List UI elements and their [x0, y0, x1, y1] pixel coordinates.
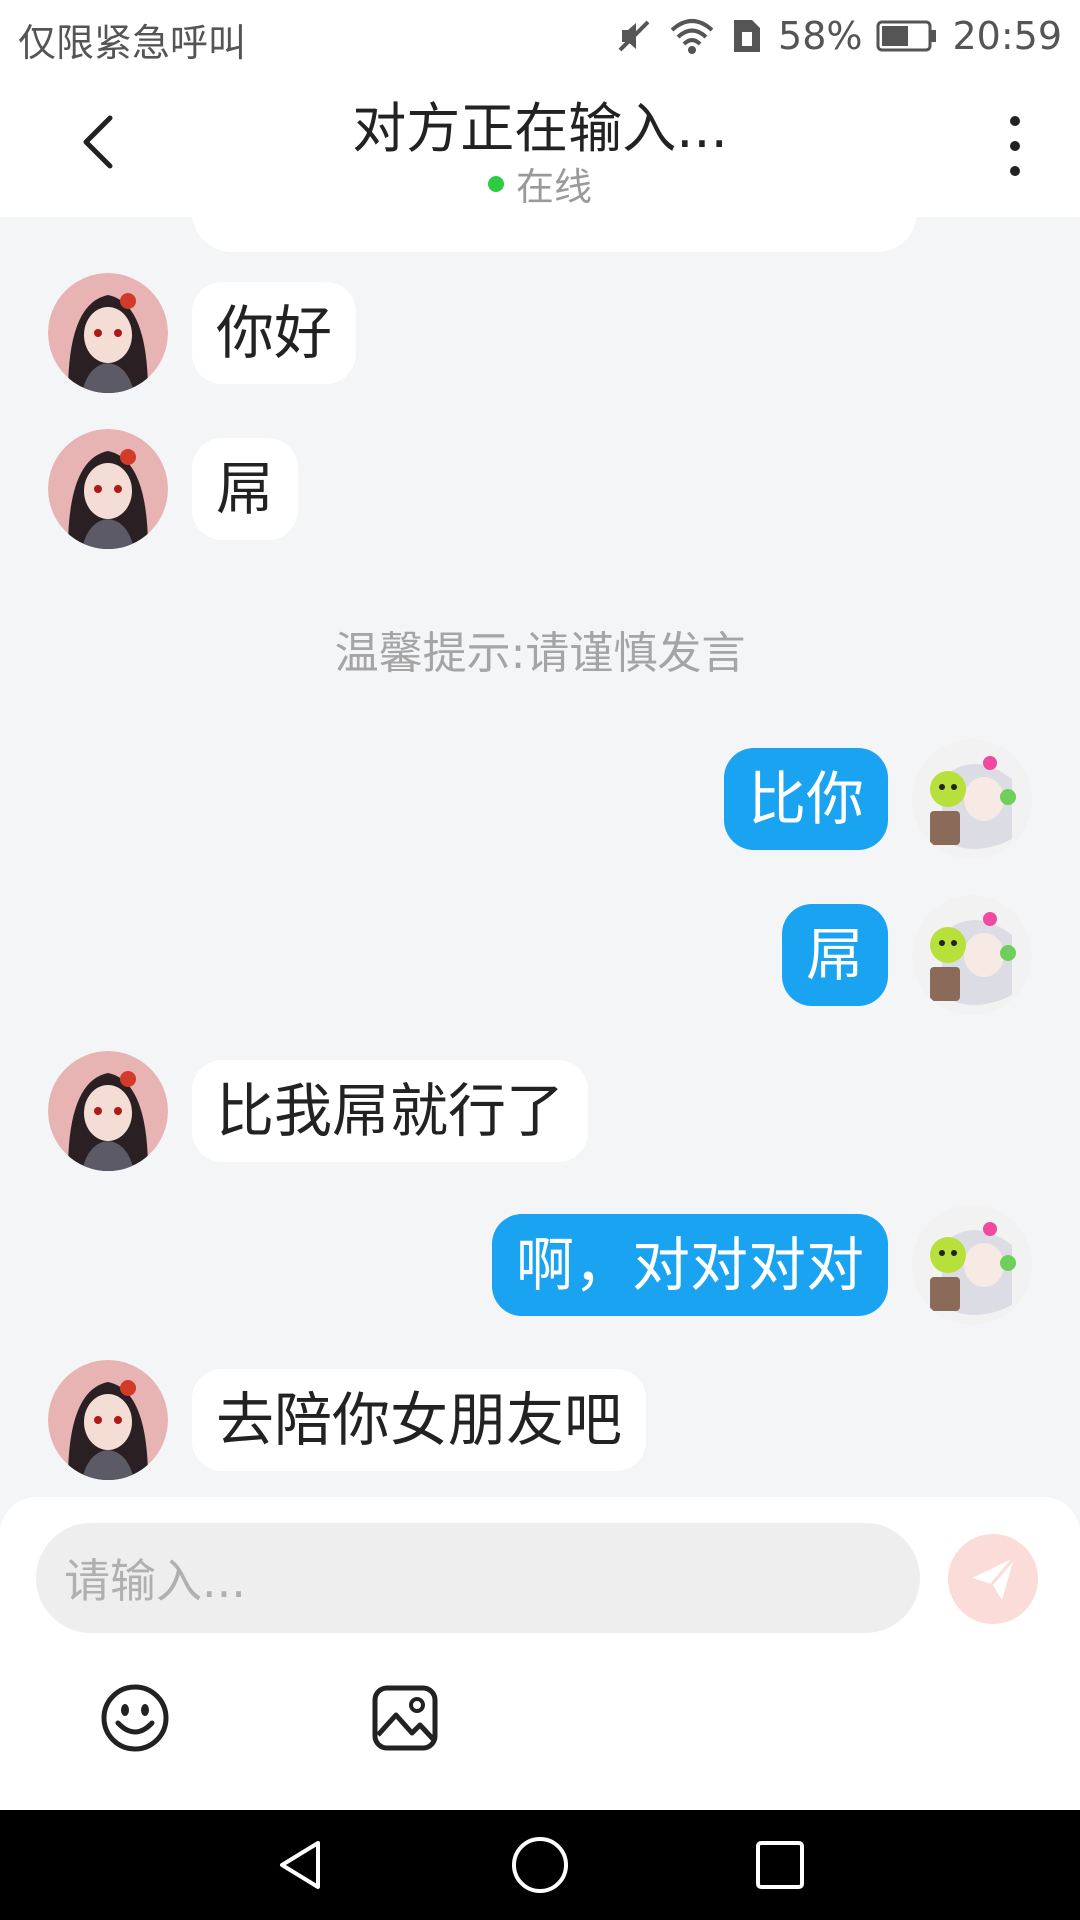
more-dot: [1010, 116, 1020, 126]
female-avatar[interactable]: [48, 1051, 168, 1171]
online-status: 在线: [0, 156, 1080, 211]
message-item: 比我屌就行了: [48, 1051, 589, 1171]
circle-home-icon: [512, 1837, 568, 1893]
online-dot-icon: [487, 175, 504, 192]
message-list[interactable]: 你好 屌 温馨提示:请谨慎发言 比你 屌 比我屌就行了 啊，对对对对 去陪你女朋…: [0, 217, 1080, 1497]
triangle-back-icon: [280, 1841, 320, 1889]
status-bar: 仅限紧急呼叫 58% 20:59: [0, 0, 1080, 72]
more-dot: [1010, 141, 1020, 151]
battery-percent: 58%: [778, 14, 863, 58]
message-bubble[interactable]: 啊，对对对对: [491, 1214, 888, 1316]
nav-back-button[interactable]: [270, 1835, 330, 1895]
message-composer: 请输入...: [0, 1497, 1080, 1810]
more-dot: [1010, 166, 1020, 176]
system-navigation-bar: [0, 1810, 1080, 1920]
send-icon: [972, 1557, 1016, 1600]
clock: 20:59: [952, 14, 1062, 58]
mute-icon: [614, 16, 654, 56]
square-recents-icon: [756, 1841, 804, 1889]
send-button[interactable]: [948, 1534, 1038, 1624]
message-bubble-partial: [192, 217, 917, 252]
message-input[interactable]: 请输入...: [36, 1523, 920, 1633]
female-avatar[interactable]: [48, 1360, 168, 1480]
nav-home-button[interactable]: [510, 1835, 570, 1895]
message-item: 屌: [48, 429, 299, 549]
emoji-icon: [101, 1684, 169, 1752]
warm-tip: 温馨提示:请谨慎发言: [334, 628, 746, 679]
female-avatar[interactable]: [48, 273, 168, 393]
carrier-text: 仅限紧急呼叫: [18, 21, 247, 65]
message-item: 你好: [48, 273, 357, 393]
message-bubble[interactable]: 屌: [192, 438, 299, 540]
image-button[interactable]: [370, 1683, 440, 1753]
message-item: 比你: [723, 739, 1032, 859]
message-bubble[interactable]: 屌: [781, 904, 888, 1006]
sim-icon: [730, 16, 764, 56]
battery-icon: [876, 19, 938, 53]
message-item: 啊，对对对对: [491, 1205, 1032, 1325]
more-options-button[interactable]: [990, 116, 1040, 176]
message-bubble[interactable]: 比我屌就行了: [192, 1060, 589, 1162]
message-bubble[interactable]: 去陪你女朋友吧: [192, 1369, 647, 1471]
female-avatar[interactable]: [48, 429, 168, 549]
message-input-placeholder: 请输入...: [64, 1554, 246, 1608]
chat-header: 对方正在输入... 在线: [0, 72, 1080, 217]
image-icon: [372, 1685, 438, 1751]
user-avatar[interactable]: [912, 739, 1032, 859]
page-title: 对方正在输入...: [352, 97, 728, 160]
message-item: 屌: [781, 895, 1032, 1015]
user-avatar[interactable]: [912, 895, 1032, 1015]
message-item: 去陪你女朋友吧: [48, 1360, 647, 1480]
user-avatar[interactable]: [912, 1205, 1032, 1325]
nav-recents-button[interactable]: [750, 1835, 810, 1895]
message-bubble[interactable]: 你好: [192, 282, 357, 384]
message-bubble[interactable]: 比你: [723, 748, 888, 850]
wifi-icon: [668, 16, 716, 56]
online-status-label: 在线: [515, 165, 592, 209]
emoji-button[interactable]: [100, 1683, 170, 1753]
